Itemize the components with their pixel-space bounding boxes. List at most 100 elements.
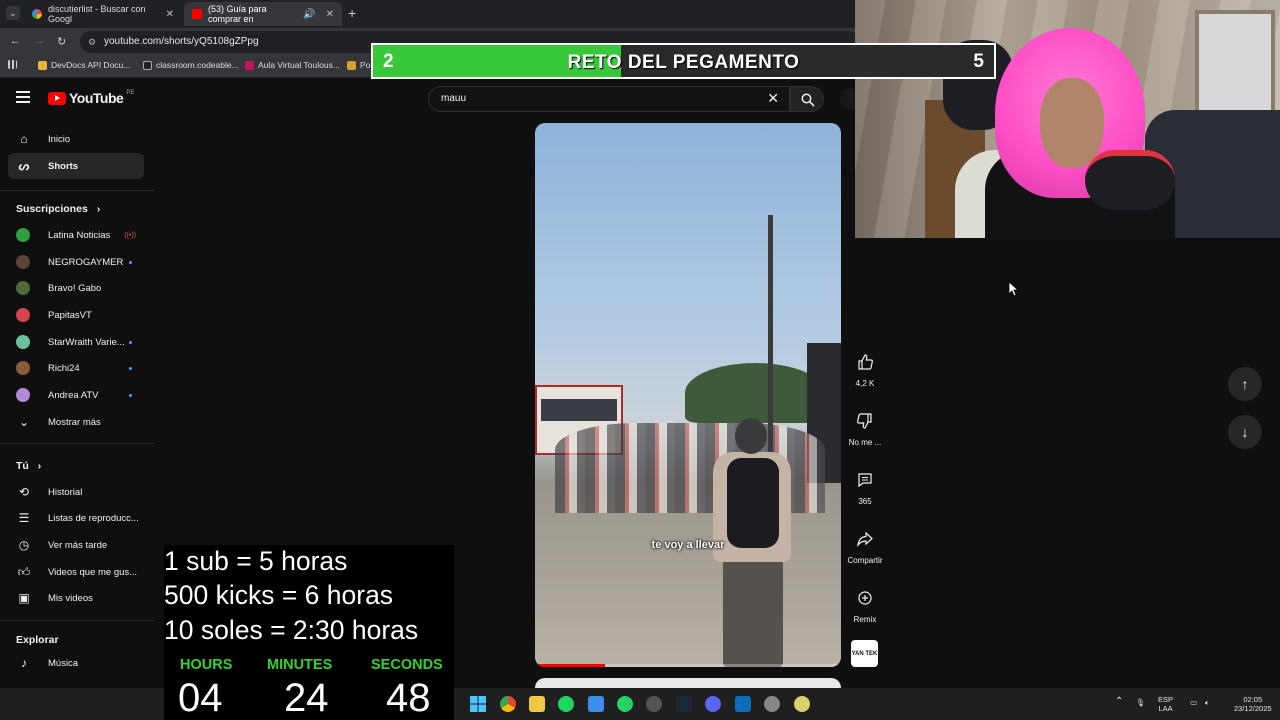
devdocs-icon <box>38 60 47 70</box>
sidebar-item-starwraith[interactable]: StarWraith Varie... <box>8 329 144 355</box>
site-info-icon[interactable]: ⚙ <box>88 31 96 53</box>
sidebar-item-bravo-gabo[interactable]: Bravo! Gabo <box>8 275 144 301</box>
sidebar-item-my-videos[interactable]: ▣ Mis videos <box>8 585 144 611</box>
share-arrow-icon <box>851 525 879 553</box>
rate-kicks: 500 kicks = 6 horas <box>164 580 394 610</box>
sidebar-item-latina-noticias[interactable]: Latina Noticias ((•)) <box>8 222 144 248</box>
arrow-up-icon: ↑ <box>1241 376 1249 392</box>
previous-short-button[interactable]: ↑ <box>1228 367 1262 401</box>
sidebar-item-richi24[interactable]: Richi24 <box>8 355 144 381</box>
sidebar-item-label: Inicio <box>48 133 71 145</box>
challenge-goal-value: 5 <box>973 51 984 72</box>
sidebar-item-papitasvt[interactable]: PapitasVT <box>8 302 144 328</box>
sidebar-item-historial[interactable]: ⟲ Historial <box>8 479 144 505</box>
remix-label: Remix <box>853 615 877 624</box>
whatsapp-icon[interactable] <box>617 696 633 712</box>
steam-icon[interactable] <box>676 696 692 712</box>
like-button[interactable]: 4,2 K <box>842 348 888 388</box>
windows-start-icon[interactable] <box>470 696 486 712</box>
tab-google-search[interactable]: discutierlist - Buscar con Googl ✕ <box>24 2 182 26</box>
search-box[interactable]: mauu ✕ <box>428 86 790 112</box>
close-tab-icon[interactable]: ✕ <box>166 9 174 20</box>
comments-button[interactable]: 365 <box>842 466 888 506</box>
avatar <box>16 228 30 242</box>
short-video-player[interactable]: te voy a llevar <box>535 123 841 667</box>
video-subtitle: te voy a llevar <box>651 539 725 551</box>
youtube-favicon-icon <box>192 9 202 19</box>
sidebar-item-playlists[interactable]: ☰ Listas de reproducc... <box>8 505 144 531</box>
audio-source-thumbnail[interactable]: YAN TEK <box>851 640 878 667</box>
spotify-icon[interactable] <box>558 696 574 712</box>
app-icon[interactable] <box>794 696 810 712</box>
file-explorer-icon[interactable] <box>529 696 545 712</box>
microphone-icon[interactable]: 🎙︎ <box>1136 698 1146 707</box>
video-progress-bar[interactable] <box>535 664 841 667</box>
show-more-button[interactable]: ⌄ Mostrar más <box>8 409 144 435</box>
settings-gear-icon[interactable] <box>764 696 780 712</box>
sidebar-item-label: Shorts <box>48 160 79 172</box>
volume-icon[interactable]: 🔈︎ <box>1205 698 1210 707</box>
clear-search-icon[interactable]: ✕ <box>767 90 779 107</box>
search-button[interactable] <box>790 86 824 112</box>
mail-icon[interactable] <box>735 696 751 712</box>
chrome-icon[interactable] <box>500 696 516 712</box>
dislike-button[interactable]: No me ... <box>842 407 888 447</box>
sidebar-item-watch-later[interactable]: ◷ Ver más tarde <box>8 532 144 558</box>
discord-icon[interactable] <box>705 696 721 712</box>
forward-arrow-icon[interactable]: → <box>34 35 45 47</box>
search-input[interactable]: mauu <box>441 93 466 104</box>
arrow-down-icon: ↓ <box>1241 424 1249 440</box>
like-count: 4,2 K <box>855 379 875 388</box>
reload-icon[interactable]: ↻ <box>57 35 66 48</box>
youtube-logo[interactable]: YouTube PE <box>48 90 134 106</box>
new-content-dot <box>129 366 132 370</box>
obs-icon[interactable] <box>646 696 662 712</box>
audio-playing-icon[interactable]: 🔊 <box>303 9 315 20</box>
shorts-icon: ᔕ <box>18 159 30 173</box>
share-button[interactable]: Compartir <box>842 525 888 565</box>
sidebar-divider <box>0 620 154 621</box>
bookmark-devdocs[interactable]: DevDocs API Docu... <box>38 60 130 70</box>
sidebar-item-inicio[interactable]: ⌂ Inicio <box>8 126 144 152</box>
timer-seconds-label: SECONDS <box>371 657 443 673</box>
remix-icon <box>851 584 879 612</box>
tab-search-menu[interactable]: ⌄ <box>6 6 20 20</box>
tray-chevron-up-icon[interactable]: ⌃ <box>1115 697 1123 707</box>
network-icon[interactable]: ▭ <box>1190 698 1197 707</box>
avatar <box>16 255 30 269</box>
sidebar-item-shorts[interactable]: ᔕ Shorts <box>8 153 144 179</box>
explore-heading: Explorar <box>16 634 59 646</box>
subscriptions-heading[interactable]: Suscripciones › <box>16 203 100 215</box>
sidebar-divider <box>0 443 154 444</box>
you-heading[interactable]: Tú › <box>16 460 41 472</box>
close-tab-icon[interactable]: ✕ <box>326 9 334 20</box>
clock[interactable]: 02:05 23/12/2025 <box>1234 695 1272 713</box>
tab-youtube-short[interactable]: (53) Guía para comprar en 🔊 ✕ <box>184 2 342 26</box>
apps-grid-icon[interactable] <box>8 60 17 69</box>
avatar <box>16 335 30 349</box>
remix-button[interactable]: Remix <box>842 584 888 624</box>
hamburger-menu-icon[interactable] <box>16 91 30 103</box>
avatar <box>16 361 30 375</box>
next-short-button[interactable]: ↓ <box>1228 415 1262 449</box>
music-icon: ♪ <box>21 656 27 670</box>
youtube-play-icon <box>48 91 66 105</box>
streamer-face <box>1040 78 1104 168</box>
google-favicon-icon <box>32 9 42 19</box>
photos-icon[interactable] <box>588 696 604 712</box>
back-arrow-icon[interactable]: ← <box>10 35 21 47</box>
bookmark-classroom[interactable]: classroom.codeable... <box>143 60 239 70</box>
bookmark-aula-virtual[interactable]: Aula Virtual Toulous... <box>245 60 340 70</box>
input-language[interactable]: ESP LAA <box>1158 695 1173 713</box>
sidebar-item-negrogaymer[interactable]: NEGROGAYMER <box>8 249 144 275</box>
chevron-right-icon: › <box>37 460 42 472</box>
sidebar-item-andrea-atv[interactable]: Andrea ATV <box>8 382 144 408</box>
sidebar-item-musica[interactable]: ♪ Música <box>8 650 144 676</box>
bookmark-po[interactable]: Po <box>347 60 370 70</box>
watch-later-icon: ◷ <box>18 538 30 552</box>
search-icon <box>801 93 815 107</box>
new-tab-plus-icon[interactable]: + <box>348 5 356 21</box>
sidebar-item-liked-videos[interactable]: 👍︎ Videos que me gus... <box>8 559 144 585</box>
new-content-dot <box>129 340 132 344</box>
rate-soles: 10 soles = 2:30 horas <box>164 615 419 645</box>
